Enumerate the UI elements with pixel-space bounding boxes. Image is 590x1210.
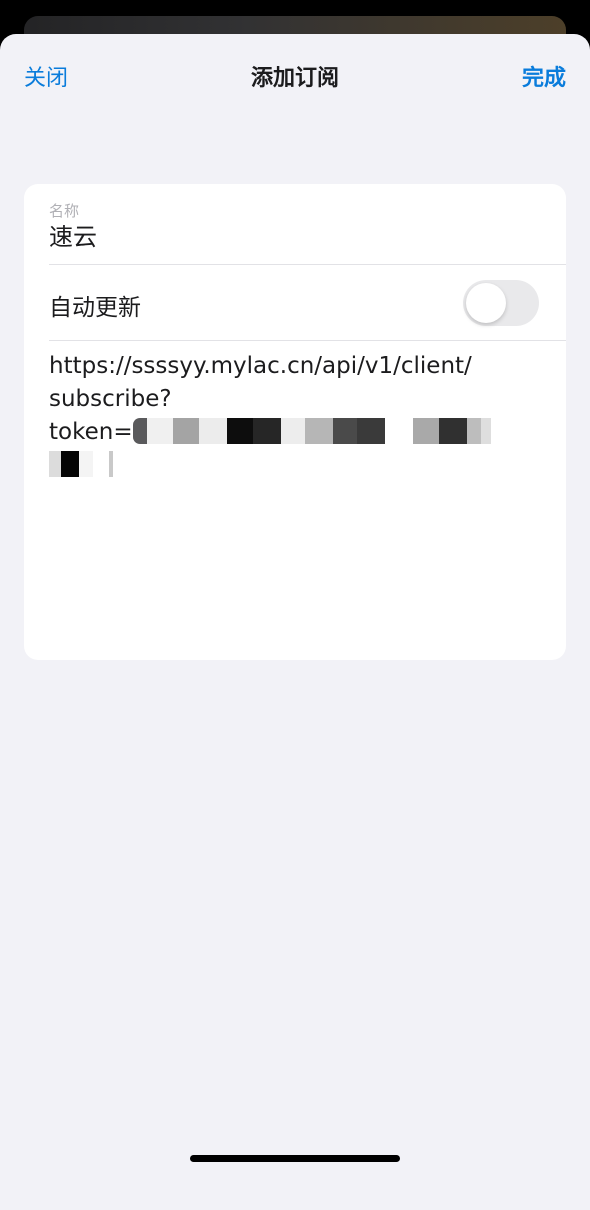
- auto-update-row: 自动更新: [24, 265, 566, 340]
- name-label: 名称: [49, 202, 80, 220]
- subscription-url-field[interactable]: https://ssssyy.mylac.cn/api/v1/client/ s…: [49, 350, 544, 640]
- name-input[interactable]: [49, 220, 529, 248]
- auto-update-toggle[interactable]: [463, 280, 539, 326]
- toggle-knob: [466, 283, 506, 323]
- redacted-token: [132, 417, 491, 445]
- url-line-4: [49, 449, 544, 482]
- url-line-1: https://ssssyy.mylac.cn/api/v1/client/: [49, 353, 472, 379]
- url-line-2: subscribe?: [49, 386, 172, 412]
- navigation-bar: 关闭 添加订阅 完成: [0, 34, 590, 120]
- name-row[interactable]: 名称: [24, 184, 566, 264]
- url-line-3: token=: [49, 416, 544, 449]
- done-button[interactable]: 完成: [522, 60, 566, 92]
- auto-update-label: 自动更新: [49, 295, 141, 321]
- page-title: 添加订阅: [250, 66, 339, 91]
- divider: [49, 340, 566, 341]
- home-indicator[interactable]: [190, 1155, 400, 1162]
- subscription-form: 名称 自动更新 https://ssssyy.mylac.cn/api/v1/c…: [24, 184, 566, 660]
- token-prefix: token=: [49, 419, 133, 445]
- add-subscription-sheet: 关闭 添加订阅 完成 名称 自动更新 https://ssssyy.mylac.…: [0, 34, 590, 1210]
- redacted-token: [49, 450, 113, 478]
